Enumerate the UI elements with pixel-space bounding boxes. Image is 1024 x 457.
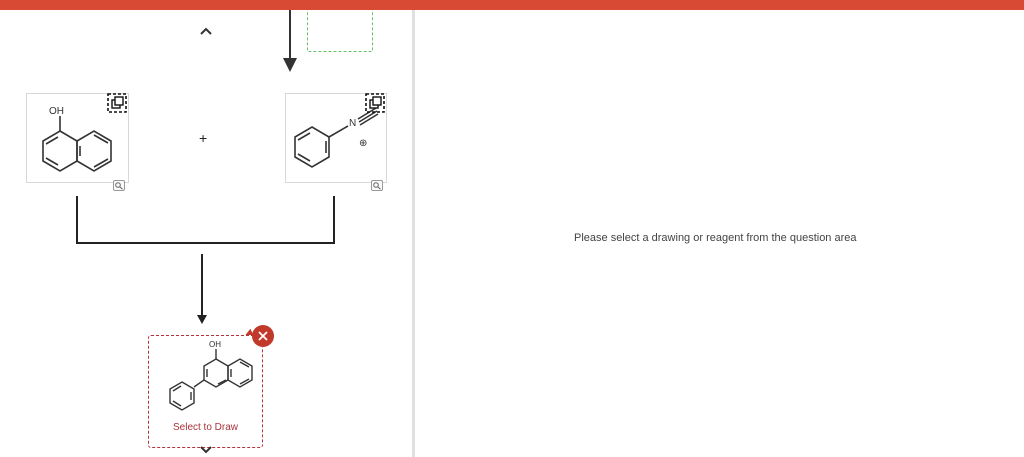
product-draw-box[interactable]: OH Select to Draw bbox=[148, 335, 263, 448]
answer-area: Please select a drawing or reagent from … bbox=[415, 10, 1024, 457]
question-area: OH + N ⊕ OH Select to Draw bbox=[0, 10, 412, 457]
close-icon bbox=[258, 331, 268, 341]
answer-placeholder: Please select a drawing or reagent from … bbox=[574, 232, 857, 244]
scroll-down-button[interactable] bbox=[196, 443, 216, 457]
product-oh-label: OH bbox=[209, 340, 221, 349]
product-structure: OH bbox=[169, 340, 253, 411]
chevron-down-icon bbox=[200, 446, 212, 454]
top-bar bbox=[0, 0, 1024, 10]
reaction-connector bbox=[76, 196, 335, 324]
remove-product-button[interactable] bbox=[252, 325, 274, 347]
select-to-draw-label: Select to Draw bbox=[172, 422, 239, 433]
